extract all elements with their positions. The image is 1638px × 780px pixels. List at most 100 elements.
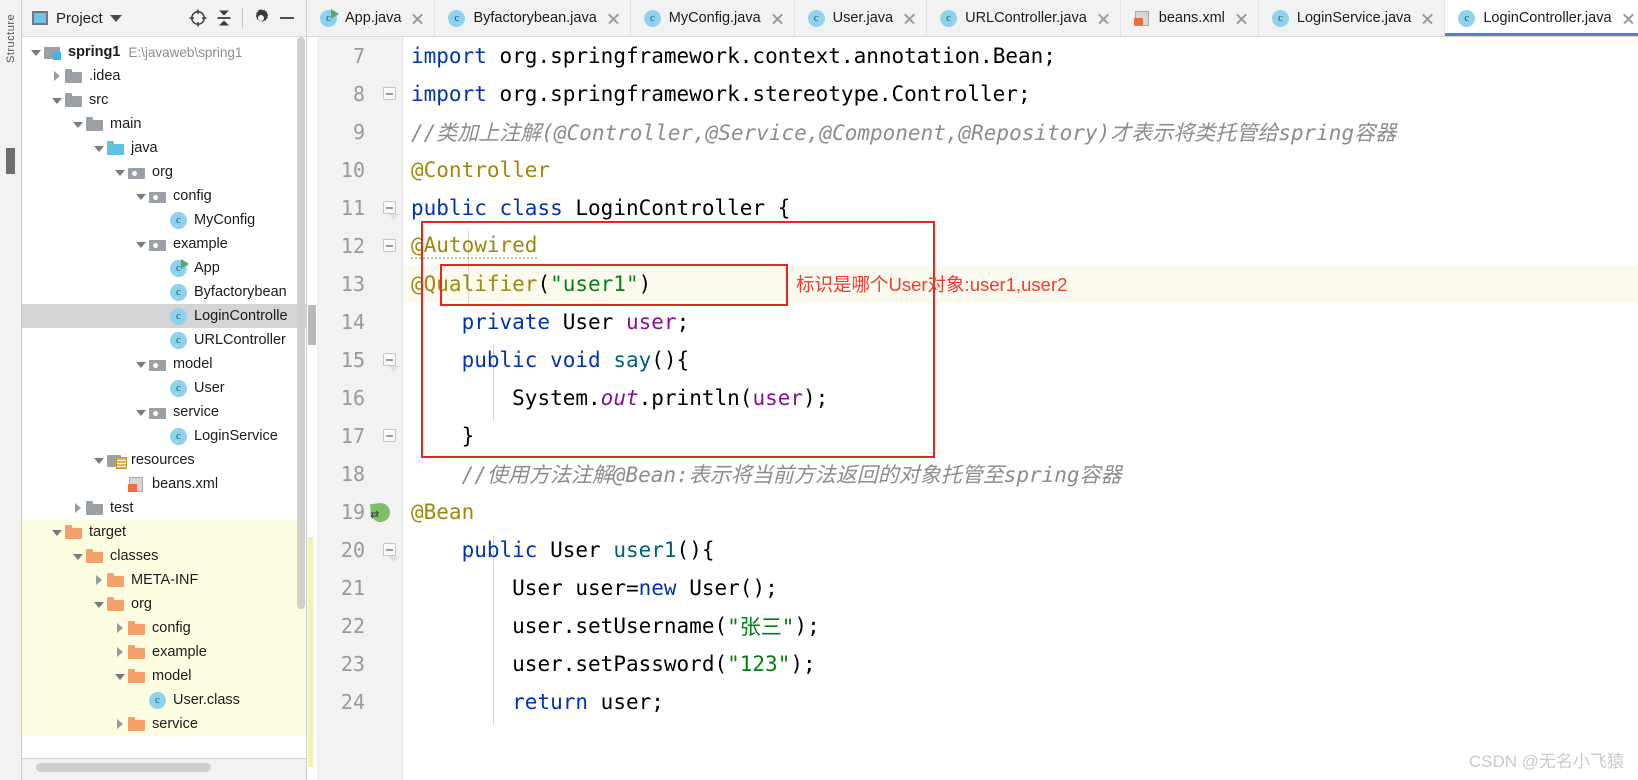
tree-item-logincontrolle[interactable]: LoginControlle — [22, 304, 306, 328]
gutter-line[interactable]: 7 — [307, 37, 402, 75]
tree-item--idea[interactable]: .idea — [22, 64, 306, 88]
minimize-icon[interactable] — [274, 5, 300, 31]
tree-item-main[interactable]: main — [22, 112, 306, 136]
chevron-right-icon[interactable] — [112, 620, 128, 636]
tree-item-example[interactable]: example — [22, 232, 306, 256]
project-tree[interactable]: spring1 E:\javaweb\spring1 .idea src main jav… — [22, 37, 306, 758]
gutter-line[interactable]: 17 — [307, 417, 402, 455]
code-fold-icon[interactable] — [383, 429, 397, 443]
spring-bean-icon[interactable]: ⇄ — [369, 501, 392, 524]
tree-item-urlcontroller[interactable]: URLController — [22, 328, 306, 352]
code-fold-icon[interactable] — [383, 87, 397, 101]
code-viewport[interactable]: import org. springframework. context. annot… — [403, 37, 1638, 780]
chevron-down-icon[interactable] — [28, 44, 44, 60]
chevron-down-icon[interactable] — [109, 14, 122, 22]
code-line[interactable]: public class LoginController { — [403, 189, 1638, 227]
chevron-down-icon[interactable] — [91, 596, 107, 612]
editor-tab-loginservice-java[interactable]: LoginService.java — [1258, 0, 1446, 36]
collapse-all-icon[interactable] — [211, 5, 237, 31]
chevron-down-icon[interactable] — [133, 188, 149, 204]
left-tool-strip[interactable]: Structure — [0, 0, 22, 780]
code-fold-icon[interactable] — [383, 353, 400, 372]
code-fold-icon[interactable] — [383, 543, 400, 562]
gear-icon[interactable] — [248, 5, 274, 31]
editor-tab-byfactorybean-java[interactable]: Byfactorybean.java — [435, 0, 631, 36]
close-icon[interactable] — [1096, 11, 1111, 26]
project-tree-hscroll[interactable] — [22, 758, 306, 780]
tree-item-user-class[interactable]: User.class — [22, 688, 306, 712]
chevron-down-icon[interactable] — [112, 164, 128, 180]
tree-item-service[interactable]: service — [22, 712, 306, 736]
tree-item-spring1[interactable]: spring1 E:\javaweb\spring1 — [22, 40, 306, 64]
code-line[interactable]: public void say(){ — [403, 341, 1638, 379]
gutter-line[interactable]: 11 — [307, 189, 402, 227]
code-line[interactable]: import org. springframework. stereotype. Co… — [403, 75, 1638, 113]
code-line[interactable]: User user = new User (); — [403, 569, 1638, 607]
tree-item-model[interactable]: model — [22, 352, 306, 376]
project-tree-scrollbar[interactable] — [297, 37, 305, 758]
close-icon[interactable] — [606, 11, 621, 26]
code-line[interactable]: //使用方法注解@Bean:表示将当前方法返回的对象托管至spring容器 — [403, 455, 1638, 493]
chevron-down-icon[interactable] — [49, 524, 65, 540]
editor-tab-logincontroller-java[interactable]: LoginController.java — [1445, 0, 1638, 36]
editor-tabbar[interactable]: App.java Byfactorybean.java MyConfig.java U… — [307, 0, 1638, 37]
target-icon[interactable] — [185, 5, 211, 31]
tree-item-src[interactable]: src — [22, 88, 306, 112]
close-icon[interactable] — [1234, 11, 1249, 26]
code-line[interactable]: return user; — [403, 683, 1638, 721]
tree-item-config[interactable]: config — [22, 616, 306, 640]
editor-tab-myconfig-java[interactable]: MyConfig.java — [630, 0, 795, 36]
chevron-right-icon[interactable] — [49, 68, 65, 84]
code-line[interactable]: @Controller — [403, 151, 1638, 189]
code-fold-icon[interactable] — [383, 239, 397, 253]
editor-tab-user-java[interactable]: User.java — [794, 0, 928, 36]
chevron-down-icon[interactable] — [133, 404, 149, 420]
gutter-line[interactable]: 19 ⇄ — [307, 493, 402, 531]
close-icon[interactable] — [902, 11, 917, 26]
chevron-down-icon[interactable] — [91, 452, 107, 468]
gutter-line[interactable]: 16 — [307, 379, 402, 417]
tree-item-service[interactable]: service — [22, 400, 306, 424]
code-line[interactable]: private User user; — [403, 303, 1638, 341]
code-line[interactable]: public User user1(){ — [403, 531, 1638, 569]
close-icon[interactable] — [770, 11, 785, 26]
gutter-line[interactable]: 14 — [307, 303, 402, 341]
code-line[interactable]: @Bean — [403, 493, 1638, 531]
editor-tab-app-java[interactable]: App.java — [307, 0, 436, 36]
gutter-line[interactable]: 15 — [307, 341, 402, 379]
tree-item-beans-xml[interactable]: beans.xml — [22, 472, 306, 496]
tree-item-resources[interactable]: resources — [22, 448, 306, 472]
chevron-right-icon[interactable] — [112, 644, 128, 660]
code-line[interactable]: user. setUsername("张三"); — [403, 607, 1638, 645]
code-fold-icon[interactable] — [383, 201, 400, 220]
close-icon[interactable] — [410, 11, 425, 26]
editor-gutter[interactable]: 7 8 9 10 11 12 13 14 15 16 17 18 19 ⇄ 20 21 22 23 24 — [307, 37, 403, 780]
gutter-line[interactable]: 20 — [307, 531, 402, 569]
chevron-down-icon[interactable] — [133, 236, 149, 252]
chevron-down-icon[interactable] — [49, 92, 65, 108]
code-line[interactable]: //类加上注解(@Controller,@Service,@Component,… — [403, 113, 1638, 151]
gutter-line[interactable]: 9 — [307, 113, 402, 151]
project-panel-title[interactable]: Project — [56, 10, 103, 27]
close-icon[interactable] — [1621, 11, 1636, 26]
gutter-line[interactable]: 13 — [307, 265, 402, 303]
chevron-down-icon[interactable] — [70, 548, 86, 564]
editor-tab-urlcontroller-java[interactable]: URLController.java — [927, 0, 1121, 36]
gutter-line[interactable]: 8 — [307, 75, 402, 113]
gutter-line[interactable]: 10 — [307, 151, 402, 189]
gutter-line[interactable]: 18 — [307, 455, 402, 493]
gutter-line[interactable]: 12 — [307, 227, 402, 265]
project-tree-scroll-thumb[interactable] — [297, 37, 305, 609]
tree-item-org[interactable]: org — [22, 160, 306, 184]
editor-tab-beans-xml[interactable]: beans.xml — [1120, 0, 1259, 36]
tree-item-loginservice[interactable]: LoginService — [22, 424, 306, 448]
code-editor[interactable]: 7 8 9 10 11 12 13 14 15 16 17 18 19 ⇄ 20 21 22 23 24 impor… — [307, 37, 1638, 780]
gutter-line[interactable]: 23 — [307, 645, 402, 683]
tree-item-config[interactable]: config — [22, 184, 306, 208]
chevron-down-icon[interactable] — [91, 140, 107, 156]
chevron-right-icon[interactable] — [70, 500, 86, 516]
tree-item-myconfig[interactable]: MyConfig — [22, 208, 306, 232]
chevron-down-icon[interactable] — [133, 356, 149, 372]
gutter-line[interactable]: 21 — [307, 569, 402, 607]
close-icon[interactable] — [1420, 11, 1435, 26]
